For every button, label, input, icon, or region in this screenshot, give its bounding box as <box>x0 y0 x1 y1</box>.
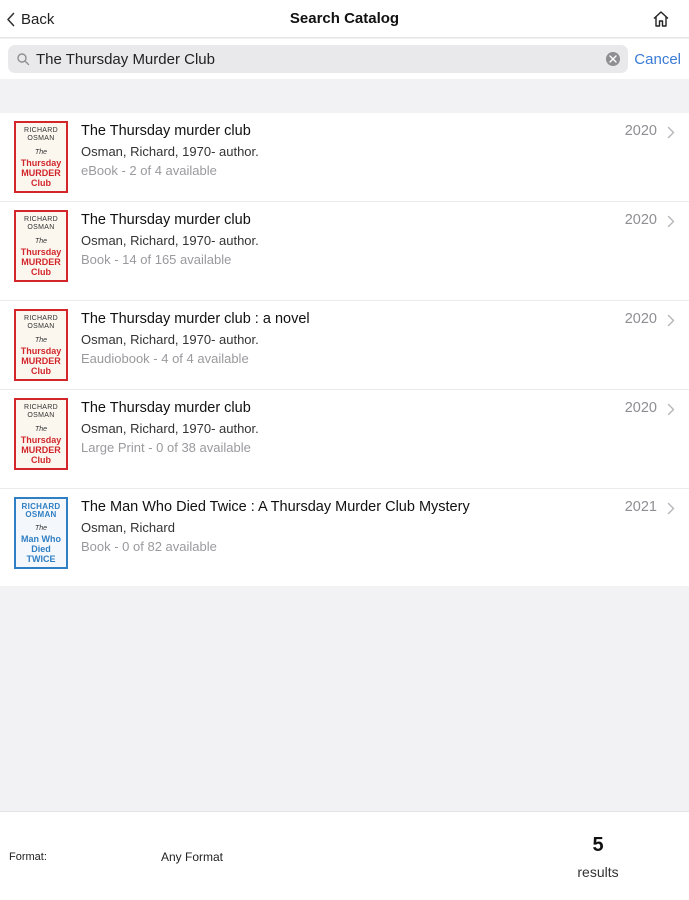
result-title: The Thursday murder club <box>81 400 251 416</box>
chevron-right-icon <box>667 314 675 327</box>
result-count-label: results <box>577 864 619 880</box>
result-format: Eaudiobook - 4 of 4 available <box>81 351 249 366</box>
book-cover: RICHARD OSMAN The Thursday MURDER Club <box>14 121 68 193</box>
chevron-right-icon <box>667 403 675 416</box>
cover-title: Thursday MURDER Club <box>20 435 62 465</box>
book-cover: RICHARD OSMAN The Man Who Died TWICE <box>14 497 68 569</box>
result-row[interactable]: RICHARD OSMAN The Thursday MURDER Club T… <box>0 390 689 489</box>
result-title: The Thursday murder club : a novel <box>81 311 310 327</box>
chevron-right-icon <box>667 126 675 139</box>
result-title: The Man Who Died Twice : A Thursday Murd… <box>81 499 470 515</box>
cover-author: RICHARD OSMAN <box>24 315 58 330</box>
cover-title: Thursday MURDER Club <box>20 247 62 277</box>
page-title: Search Catalog <box>289 10 400 27</box>
cover-the: The <box>34 238 48 245</box>
cover-author: RICHARD OSMAN <box>24 216 58 231</box>
book-cover: RICHARD OSMAN The Thursday MURDER Club <box>14 398 68 470</box>
book-cover: RICHARD OSMAN The Thursday MURDER Club <box>14 309 68 381</box>
cover-author: RICHARD OSMAN <box>21 502 61 519</box>
home-icon[interactable] <box>651 9 671 29</box>
result-format: Book - 14 of 165 available <box>81 252 232 267</box>
result-title: The Thursday murder club <box>81 123 251 139</box>
close-icon <box>609 55 617 63</box>
result-year: 2021 <box>624 499 657 515</box>
cover-author: RICHARD OSMAN <box>24 404 58 419</box>
nav-bar: Back Search Catalog <box>0 0 689 38</box>
book-cover: RICHARD OSMAN The Thursday MURDER Club <box>14 210 68 282</box>
cover-the: The <box>34 337 48 344</box>
result-row[interactable]: RICHARD OSMAN The Thursday MURDER Club T… <box>0 202 689 301</box>
cover-the: The <box>34 426 48 433</box>
result-title: The Thursday murder club <box>81 212 251 228</box>
result-format: Large Print - 0 of 38 available <box>81 440 251 455</box>
search-bar: The Thursday Murder Club Cancel <box>0 39 689 79</box>
search-icon <box>17 53 30 66</box>
search-input[interactable]: The Thursday Murder Club <box>8 45 628 73</box>
result-year: 2020 <box>624 311 657 327</box>
result-format: eBook - 2 of 4 available <box>81 163 217 178</box>
format-label: Format: <box>9 851 47 863</box>
chevron-right-icon <box>667 215 675 228</box>
result-row[interactable]: RICHARD OSMAN The Thursday MURDER Club T… <box>0 301 689 390</box>
result-row[interactable]: RICHARD OSMAN The Thursday MURDER Club T… <box>0 113 689 202</box>
result-author: Osman, Richard <box>81 520 175 535</box>
search-input-value: The Thursday Murder Club <box>36 50 215 68</box>
result-year: 2020 <box>624 400 657 416</box>
format-selector[interactable]: Any Format <box>161 850 223 864</box>
cancel-button[interactable]: Cancel <box>634 51 681 68</box>
result-format: Book - 0 of 82 available <box>81 539 217 554</box>
clear-search-button[interactable] <box>606 52 620 66</box>
result-author: Osman, Richard, 1970- author. <box>81 144 259 159</box>
result-author: Osman, Richard, 1970- author. <box>81 421 259 436</box>
cover-title: Thursday MURDER Club <box>20 158 62 188</box>
results-footer: Format: Any Format 5 results <box>0 811 689 900</box>
result-author: Osman, Richard, 1970- author. <box>81 332 259 347</box>
cover-title: Man Who Died TWICE <box>21 534 61 564</box>
cover-author: RICHARD OSMAN <box>24 127 58 142</box>
result-row[interactable]: RICHARD OSMAN The Man Who Died TWICE The… <box>0 489 689 586</box>
result-count: 5 <box>592 834 604 856</box>
results-list: RICHARD OSMAN The Thursday MURDER Club T… <box>0 113 689 586</box>
result-year: 2020 <box>624 212 657 228</box>
chevron-right-icon <box>667 502 675 515</box>
cover-the: The <box>34 525 48 532</box>
result-author: Osman, Richard, 1970- author. <box>81 233 259 248</box>
result-year: 2020 <box>624 123 657 139</box>
cover-title: Thursday MURDER Club <box>20 346 62 376</box>
cover-the: The <box>34 149 48 156</box>
